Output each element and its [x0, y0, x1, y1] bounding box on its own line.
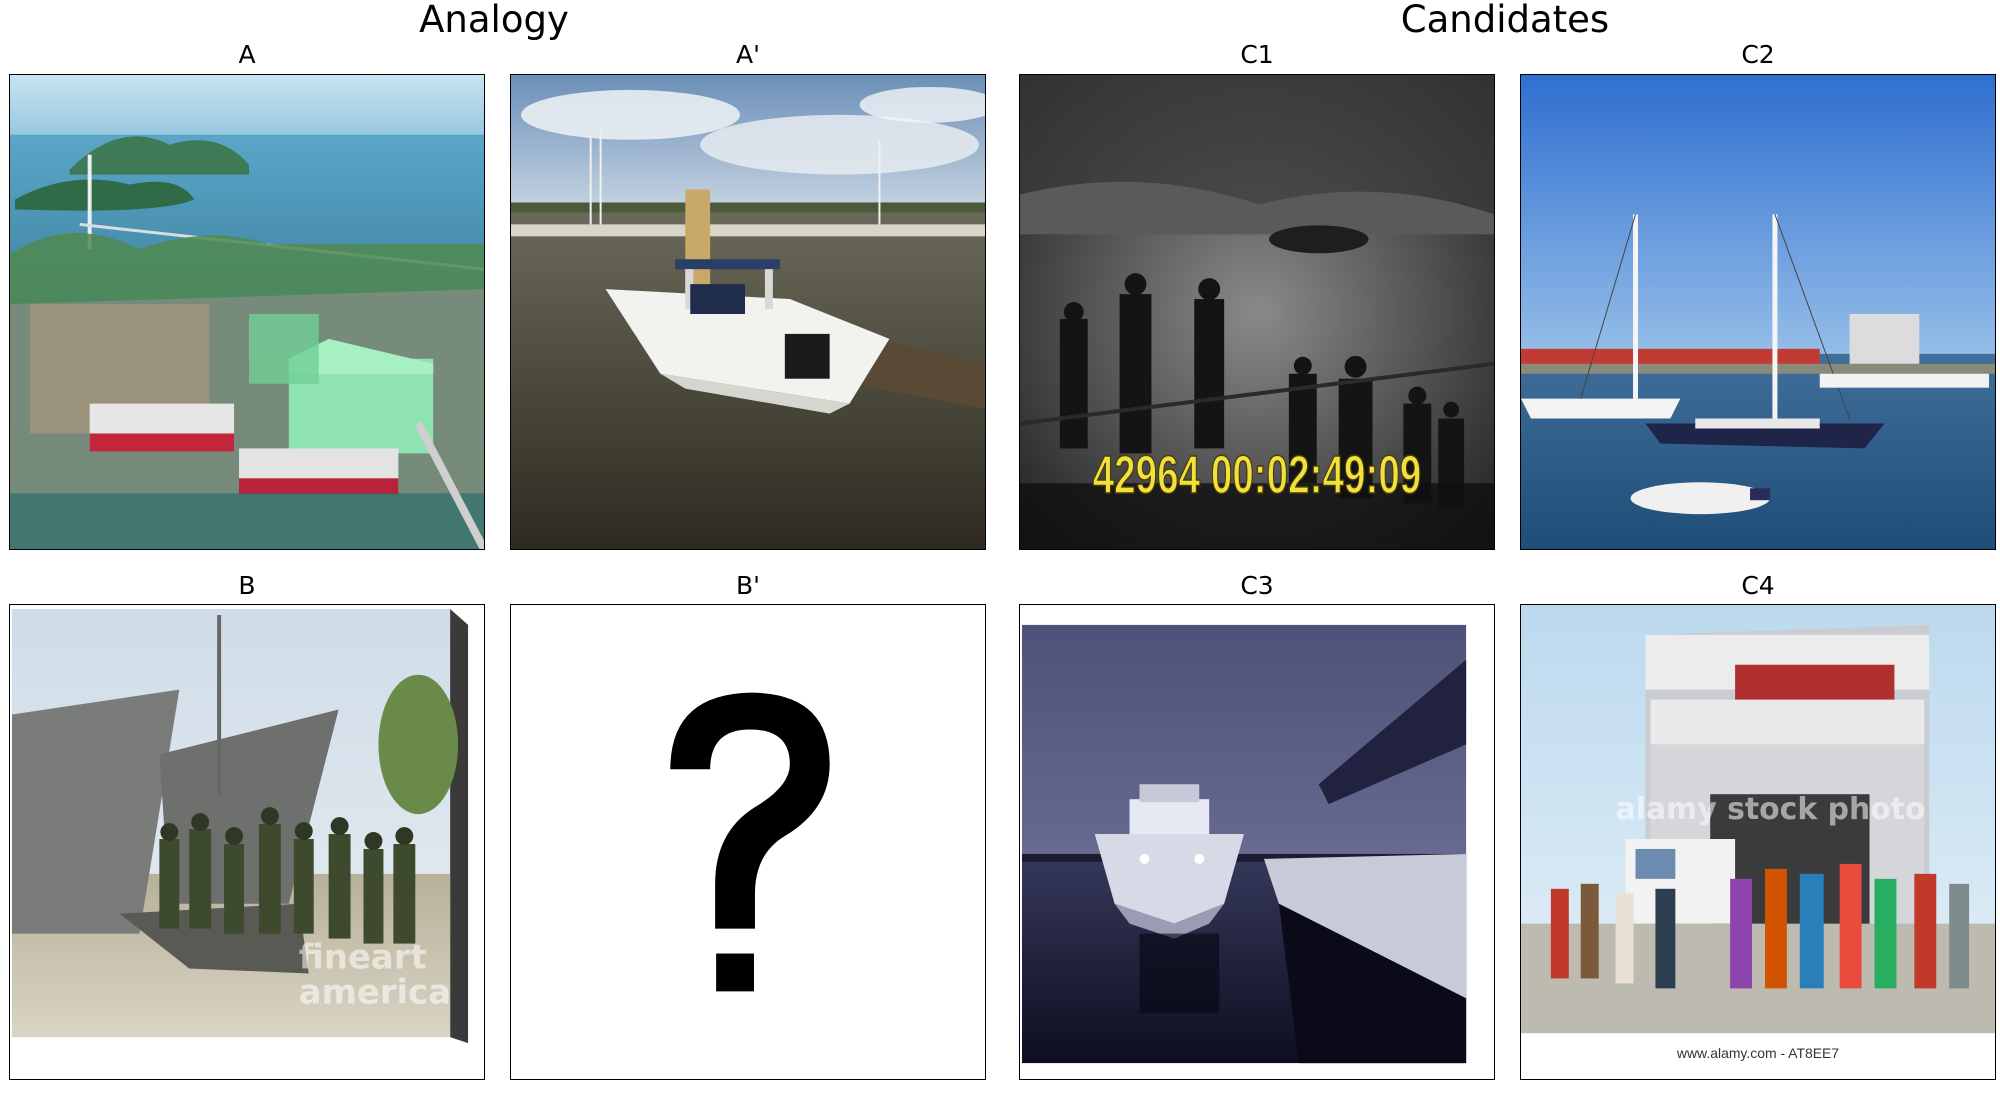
panel-label-c3: C3 [1240, 571, 1274, 600]
panel-c4: alamy stock photo www.alamy.com - AT8EE7 [1520, 604, 1996, 1080]
panel-a [9, 74, 485, 550]
photo-caption: www.alamy.com - AT8EE7 [1676, 1045, 1839, 1061]
panel-c3 [1019, 604, 1495, 1080]
panel-a-prime [510, 74, 986, 550]
film-timecode: 42964 00:02:49:09 [1093, 445, 1422, 505]
ferry-passengers-photo: alamy stock photo www.alamy.com - AT8EE7 [1521, 605, 1995, 1079]
island-shipyard-photo [10, 75, 484, 549]
panel-c2 [1520, 74, 1996, 550]
boat-at-night-photo [1020, 605, 1494, 1079]
watermark-line-1: fineart [299, 937, 427, 976]
panel-label-a: A [238, 40, 256, 69]
candidates-header: Candidates [1400, 0, 1610, 41]
analogy-header: Analogy [419, 0, 569, 41]
panel-b-prime [510, 604, 986, 1080]
question-mark [670, 692, 830, 992]
panel-label-b-prime: B' [735, 571, 761, 600]
panel-b: fineart america [9, 604, 485, 1080]
landing-craft-soldiers-photo: fineart america [10, 605, 484, 1079]
stock-watermark: alamy stock photo [1616, 792, 1926, 827]
sailboats-harbor-photo [1521, 75, 1995, 549]
watermark-line-2: america [299, 972, 451, 1011]
archival-film-still: 42964 00:02:49:09 [1020, 75, 1494, 549]
motorboat-marina-photo [511, 75, 985, 549]
panel-label-c4: C4 [1741, 571, 1775, 600]
panel-label-a-prime: A' [736, 40, 760, 69]
panel-label-c1: C1 [1240, 40, 1274, 69]
panel-c1: 42964 00:02:49:09 [1019, 74, 1495, 550]
panel-label-c2: C2 [1741, 40, 1775, 69]
panel-label-b: B [238, 571, 256, 600]
